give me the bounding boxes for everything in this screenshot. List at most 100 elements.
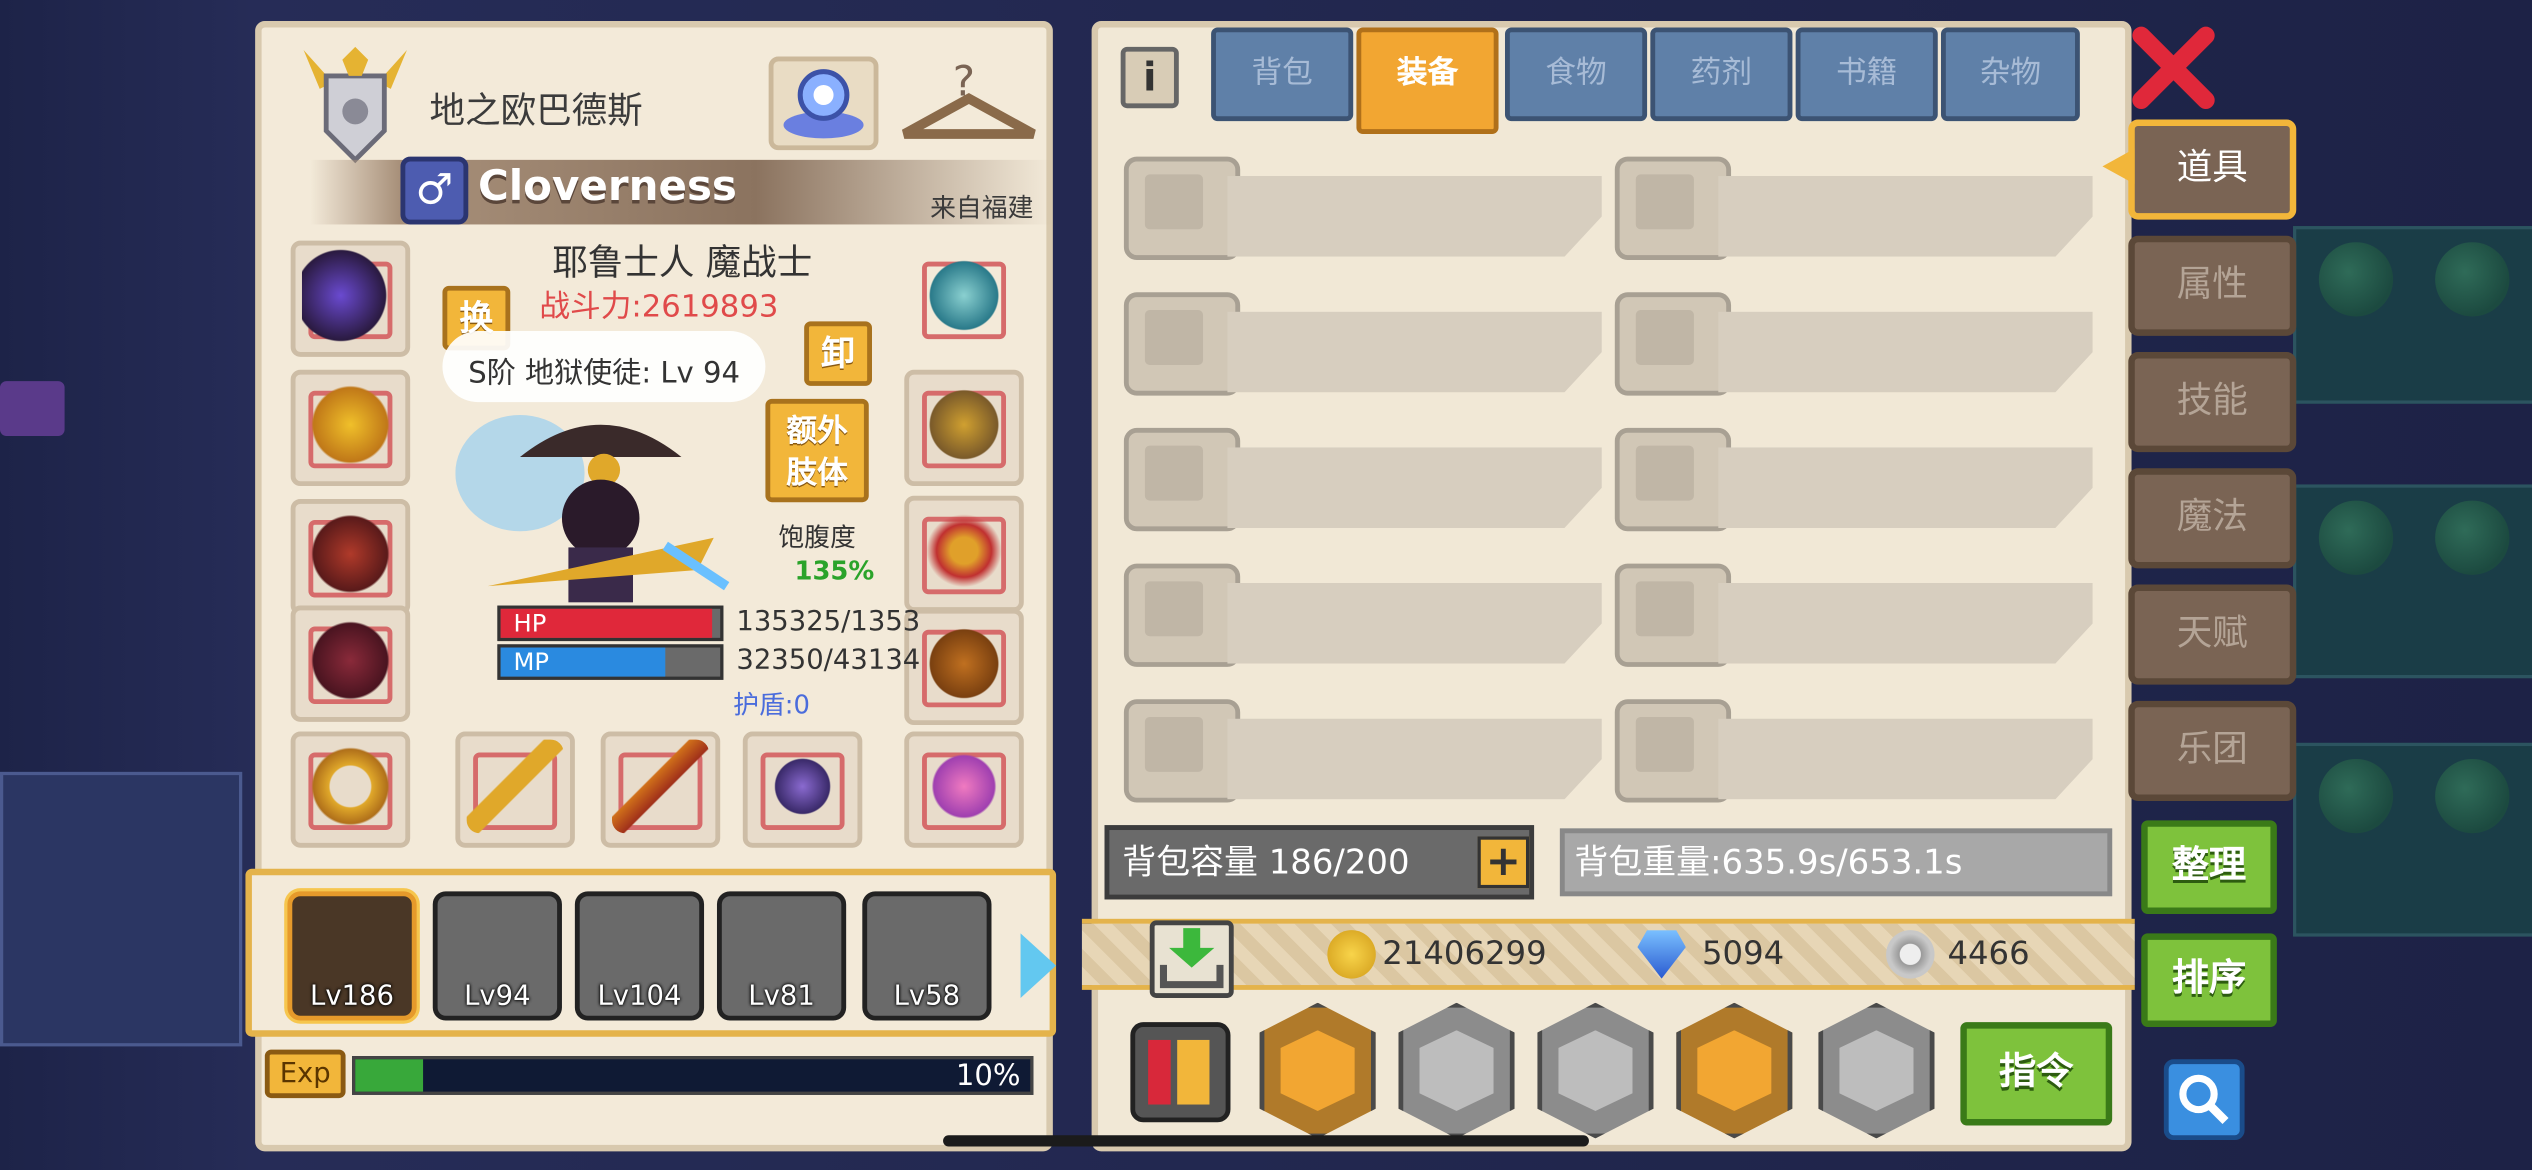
wardrobe-button[interactable]: ? [895,56,1044,151]
bag-capacity: 背包容量 186/200 + [1104,825,1535,900]
equip-slot-armor[interactable] [290,498,411,616]
equip-slot-offhand[interactable] [742,731,863,848]
gold-amount: 21406299 [1382,933,1547,973]
exp-track: 10% [352,1056,1034,1095]
inventory-slot[interactable] [1123,156,1602,260]
inventory-slot[interactable] [1123,292,1602,396]
party-level: Lv81 [748,980,815,1013]
tab-misc[interactable]: 杂物 [1940,27,2080,122]
pet-stage-label: S阶 地狱使徒: Lv 94 [468,356,740,391]
command-button[interactable]: 指令 [1960,1022,2113,1126]
sidetab-magic[interactable]: 魔法 [2128,468,2297,569]
sort-button[interactable]: 排序 [2141,933,2277,1028]
knight-button[interactable] [1259,1002,1376,1139]
game-screen: 地之欧巴德斯 ? ♂ Cloverness 来自福建 耶鲁士人 魔战士 战斗力:… [0,0,2532,1170]
party-level: Lv186 [310,980,394,1013]
equip-slot-charm[interactable] [904,731,1024,848]
satiety-value: 135% [794,555,875,587]
tree-icon [2435,242,2510,317]
download-icon[interactable] [1149,920,1234,998]
exp-percent: 10% [955,1059,1021,1094]
party-member-3[interactable]: Lv104 [574,891,705,1021]
tab-equipment[interactable]: 装备 [1356,27,1499,135]
party-member-4[interactable]: Lv81 [716,891,847,1021]
bag-capacity-text: 背包容量 186/200 [1122,842,1410,882]
shuriken-button[interactable] [1537,1002,1654,1139]
expand-capacity-button[interactable]: + [1477,836,1530,889]
map-building [0,771,243,1047]
diamond-amount: 5094 [1701,933,1785,973]
mp-label: MP [513,647,550,677]
equip-slot-head[interactable] [290,240,411,357]
slot-band [1227,311,1602,393]
sidetab-skills[interactable]: 技能 [2128,352,2297,453]
player-name: Cloverness [477,163,737,212]
sidetab-attributes[interactable]: 属性 [2128,235,2297,336]
tab-food[interactable]: 食物 [1504,27,1648,122]
equip-slot-belt[interactable] [904,495,1024,613]
extra-limb-button[interactable]: 额外 肢体 [765,398,869,503]
slot-frame [1123,292,1241,396]
star-button[interactable] [1818,1002,1935,1139]
tab-potions[interactable]: 药剂 [1650,27,1793,122]
combat-power: 战斗力:2619893 [539,289,779,325]
crest-icon [915,248,1013,343]
slot-frame [1614,427,1732,532]
party-level: Lv58 [893,980,961,1013]
party-member-2[interactable]: Lv94 [432,891,562,1021]
party-next-arrow-icon[interactable] [1020,933,1057,998]
inventory-slot[interactable] [1614,563,2093,667]
hp-label: HP [513,608,547,638]
search-icon[interactable] [2163,1059,2245,1141]
inventory-slot[interactable] [1614,292,2093,396]
party-member-5[interactable]: Lv58 [862,891,992,1021]
organize-button[interactable]: 整理 [2141,820,2277,914]
heart-charm-icon [915,739,1013,834]
equip-slot-ring[interactable] [290,731,411,848]
golden-pig-icon [301,377,399,472]
equip-slot-accessory[interactable] [290,369,411,487]
inventory-slot[interactable] [1614,699,2093,803]
tab-books[interactable]: 书籍 [1795,27,1938,122]
boots-icon [915,616,1013,711]
weapon-button[interactable] [1676,1002,1793,1139]
inventory-slot[interactable] [1614,427,2093,532]
rank-emblem-icon [303,46,407,164]
slot-frame [1123,563,1241,667]
close-icon[interactable] [2128,23,2218,113]
slot-frame [1614,156,1732,260]
inventory-slot[interactable] [1614,156,2093,260]
tree-icon [2435,500,2510,575]
slot-band [1718,718,2093,800]
slot-frame [1614,292,1732,396]
tree-icon [2318,500,2394,575]
number-order-button[interactable] [1130,1022,1231,1123]
equip-slot-cape[interactable] [290,605,411,722]
gauntlet-icon [915,377,1013,472]
inventory-panel: i 背包 装备 食物 药剂 书籍 杂物 背包容量 186/200 + 背包重量:… [1081,20,2135,1152]
equip-slot-boots[interactable] [904,608,1024,726]
hourglass-button[interactable] [1398,1002,1515,1139]
sidetab-items[interactable]: 道具 [2128,119,2297,220]
equip-slot-emblem[interactable] [904,241,1023,357]
tree-icon [2318,758,2394,834]
slot-band [1227,447,1602,529]
tab-backpack[interactable]: 背包 [1211,27,1354,122]
equip-slot-gloves[interactable] [904,369,1024,487]
unequip-button[interactable]: 卸 [804,321,872,386]
portal-button[interactable] [768,56,879,151]
inventory-slot[interactable] [1123,427,1602,532]
sidetab-band[interactable]: 乐团 [2128,700,2297,801]
party-level: Lv94 [464,980,531,1013]
slot-band [1718,582,2093,664]
equip-slot-weapon-1[interactable] [455,731,575,848]
inventory-slot[interactable] [1123,699,1602,803]
inventory-slot[interactable] [1123,563,1602,667]
map-object [0,381,65,436]
info-icon[interactable]: i [1120,46,1179,109]
exp-label: Exp [264,1049,346,1099]
party-member-1[interactable]: Lv186 [287,891,417,1021]
diamond-icon [1637,930,1686,979]
sidetab-talents[interactable]: 天赋 [2128,584,2297,685]
equip-slot-weapon-2[interactable] [600,731,721,848]
